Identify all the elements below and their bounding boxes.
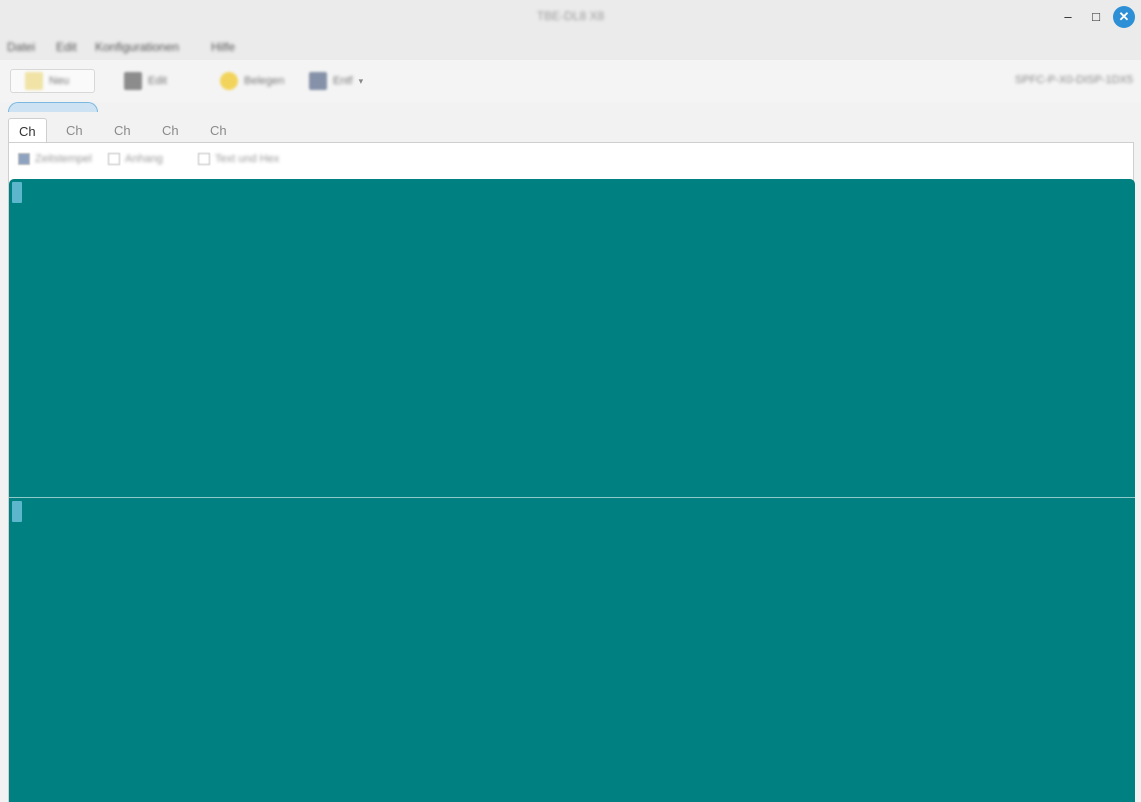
tab-ch2[interactable]: Ch 2 <box>56 118 93 163</box>
append-checkbox[interactable] <box>108 153 120 165</box>
append-label: Anhang <box>125 153 163 165</box>
title-bar: TBE-DL8 X8 – □ ✕ <box>0 0 1141 33</box>
text-hex-label: Text und Hex <box>215 153 280 165</box>
new-button-label: Neu <box>49 75 70 87</box>
edit-icon <box>124 72 142 90</box>
edit-button[interactable]: Edit <box>124 69 167 93</box>
tab-ch1[interactable]: Ch 1 <box>8 118 47 164</box>
window-title: TBE-DL8 X8 <box>536 9 605 23</box>
assign-button[interactable]: Belegen <box>220 69 284 93</box>
remove-button[interactable]: Entf ▾ <box>309 69 363 93</box>
connection-status: SPFC-P-X0-DISP-1DX5 <box>1015 74 1133 86</box>
assign-icon <box>220 72 238 90</box>
send-terminal[interactable] <box>9 498 1135 802</box>
assign-button-label: Belegen <box>244 75 285 87</box>
menu-file[interactable]: Datei <box>7 40 35 54</box>
tab-ch4[interactable]: Ch 4 <box>152 118 189 163</box>
session-tab-indicator[interactable] <box>8 102 98 112</box>
menu-configurations[interactable]: Konfigurationen <box>95 40 179 54</box>
minimize-button[interactable]: – <box>1057 6 1079 28</box>
chevron-down-icon[interactable]: ▾ <box>359 76 364 87</box>
new-icon <box>25 72 43 90</box>
text-hex-checkbox[interactable] <box>198 153 210 165</box>
toolbar: Neu Edit Belegen Entf ▾ SPFC-P-X0-DISP-1… <box>0 60 1141 102</box>
timestamp-option[interactable]: Zeitstempel <box>18 153 92 165</box>
timestamp-checkbox[interactable] <box>18 153 30 165</box>
close-button[interactable]: ✕ <box>1113 6 1135 28</box>
text-hex-option[interactable]: Text und Hex <box>198 153 279 165</box>
tab-ch3[interactable]: Ch 3 <box>104 118 141 163</box>
maximize-button[interactable]: □ <box>1085 6 1107 28</box>
tab-ch5[interactable]: Ch 5 <box>200 118 237 163</box>
receive-cursor <box>12 182 22 203</box>
menu-edit[interactable]: Edit <box>56 40 77 54</box>
send-cursor <box>12 501 22 522</box>
append-option[interactable]: Anhang <box>108 153 163 165</box>
new-button[interactable]: Neu <box>10 69 95 93</box>
timestamp-label: Zeitstempel <box>35 153 92 165</box>
remove-button-label: Entf <box>333 75 353 87</box>
receive-terminal[interactable] <box>9 179 1135 497</box>
menu-bar: Datei Edit Konfigurationen Hilfe <box>0 33 1141 60</box>
options-bar: Zeitstempel Anhang Text und Hex <box>9 143 1133 179</box>
remove-icon <box>309 72 327 90</box>
menu-help[interactable]: Hilfe <box>211 40 235 54</box>
edit-button-label: Edit <box>148 75 167 87</box>
channel-panel: Zeitstempel Anhang Text und Hex <box>8 142 1135 802</box>
